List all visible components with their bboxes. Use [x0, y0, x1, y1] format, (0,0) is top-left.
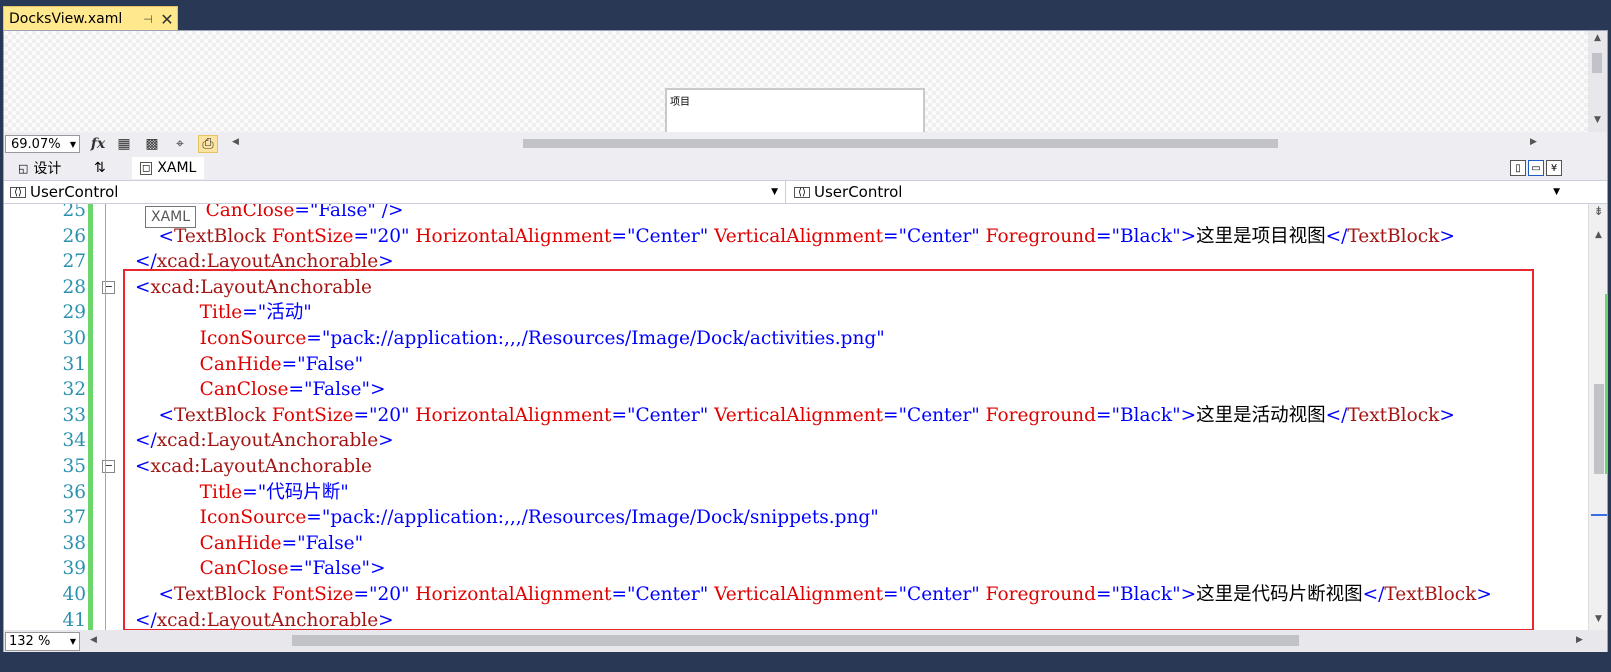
document-tab[interactable]: DocksView.xaml ⊣ ✕ — [3, 6, 178, 31]
chevron-down-icon: ▼ — [69, 139, 77, 149]
line-number: 28 — [62, 276, 86, 298]
line-number: 34 — [62, 430, 86, 452]
snap-grid-icon[interactable]: ▩ — [142, 135, 162, 153]
split-view-bar — [4, 154, 1607, 180]
pin-icon[interactable]: ⊣ — [139, 13, 157, 26]
line-number: 26 — [62, 225, 86, 247]
caret-marker — [1591, 514, 1607, 516]
designer-vertical-scrollbar[interactable]: ▲ ▼ — [1588, 31, 1607, 132]
designer-horizontal-scrollbar[interactable] — [233, 137, 1573, 149]
tooltip: XAML — [145, 206, 197, 228]
line-number: 41 — [62, 609, 86, 630]
outline-gutter — [105, 204, 106, 630]
design-element-preview[interactable]: 项目 — [665, 88, 925, 132]
split-handle-icon[interactable]: ⇟ — [1589, 204, 1608, 218]
snap-lines-icon[interactable]: ⌖ — [170, 135, 190, 153]
line-number: 29 — [62, 302, 86, 324]
change-tracking-bar — [88, 204, 93, 630]
editor-zoom-select[interactable]: 132 % ▼ — [5, 632, 80, 651]
document-tab-title: DocksView.xaml — [9, 11, 123, 27]
code-text: <TextBlock FontSize="20" HorizontalAlign… — [135, 225, 1455, 247]
chevron-down-icon: ▼ — [771, 187, 778, 197]
member-dropdown[interactable]: ⟨⟩ UserControl ▼ — [788, 181, 1564, 203]
line-number: 27 — [62, 251, 86, 273]
collapse-icon[interactable]: − — [102, 280, 115, 294]
scroll-up-arrow-icon[interactable]: ▲ — [1588, 33, 1607, 43]
annotation-highlight-box — [123, 269, 1534, 631]
code-line[interactable]: 25 CanClose="False" /> — [4, 204, 1588, 223]
scroll-right-arrow-icon[interactable]: ▶ — [1524, 137, 1543, 147]
fx-icon[interactable]: fx — [88, 135, 108, 153]
vertical-split-icon[interactable]: ▯ — [1510, 160, 1526, 176]
design-element-label: 项目 — [670, 97, 690, 108]
scrollbar-thumb[interactable] — [523, 139, 1278, 148]
member-dropdown-value: UserControl — [814, 183, 903, 201]
scroll-down-arrow-icon[interactable]: ▼ — [1588, 115, 1607, 125]
swap-panes-button[interactable]: ⇅ — [86, 157, 114, 179]
status-strip — [0, 652, 1611, 672]
type-dropdown-value: UserControl — [30, 183, 119, 201]
tab-xaml-label: XAML — [157, 160, 197, 176]
element-icon: ⟨⟩ — [794, 186, 810, 198]
element-icon: ⟨⟩ — [10, 186, 26, 198]
line-number: 36 — [62, 481, 86, 503]
document-tab-strip — [0, 0, 1611, 30]
line-number: 37 — [62, 507, 86, 529]
chevron-down-icon: ▼ — [69, 637, 77, 646]
xaml-icon: ◻ — [140, 161, 153, 175]
tab-xaml[interactable]: ◻ XAML — [132, 157, 205, 179]
line-number: 39 — [62, 558, 86, 580]
editor-zoom-value: 132 % — [9, 634, 51, 649]
editor-vertical-scrollbar[interactable]: ⇟ ▲ ▼ — [1588, 204, 1608, 630]
scroll-up-arrow-icon[interactable]: ▲ — [1589, 230, 1608, 240]
line-number: 33 — [62, 404, 86, 426]
line-number: 25 — [62, 204, 86, 221]
grid-icon[interactable]: ▦ — [114, 135, 134, 153]
designer-zoom-value: 69.07% — [11, 136, 61, 152]
code-line[interactable]: 26 <TextBlock FontSize="20" HorizontalAl… — [4, 224, 1588, 249]
line-number: 35 — [62, 456, 86, 477]
scrollbar-thumb[interactable] — [292, 635, 1299, 646]
collapse-pane-icon[interactable]: ¥ — [1546, 160, 1562, 176]
scroll-right-arrow-icon[interactable]: ▶ — [1570, 635, 1589, 645]
line-number: 40 — [62, 584, 86, 605]
collapse-icon[interactable]: − — [102, 460, 115, 473]
divider — [785, 181, 786, 203]
type-dropdown[interactable]: ⟨⟩ UserControl ▼ — [4, 181, 782, 203]
scroll-left-arrow-icon[interactable]: ◀ — [84, 635, 103, 645]
horizontal-split-icon[interactable]: ▭ — [1528, 160, 1544, 176]
swap-icon: ⇅ — [94, 160, 106, 176]
tab-design[interactable]: ◱ 设计 — [10, 157, 69, 179]
change-marker — [1605, 294, 1608, 474]
line-number: 38 — [62, 532, 86, 554]
designer-zoom-select[interactable]: 69.07% ▼ — [5, 135, 80, 153]
close-icon[interactable]: ✕ — [157, 10, 177, 29]
line-number: 31 — [62, 353, 86, 375]
line-number: 30 — [62, 328, 86, 349]
design-icon: ◱ — [18, 161, 29, 175]
device-icon[interactable]: ⎙ — [198, 135, 218, 153]
tab-design-label: 设计 — [33, 161, 62, 177]
scrollbar-thumb[interactable] — [1592, 53, 1602, 73]
line-number: 32 — [62, 379, 86, 401]
scrollbar-thumb[interactable] — [1594, 384, 1604, 474]
chevron-down-icon: ▼ — [1553, 187, 1560, 197]
scroll-down-arrow-icon[interactable]: ▼ — [1589, 614, 1608, 624]
